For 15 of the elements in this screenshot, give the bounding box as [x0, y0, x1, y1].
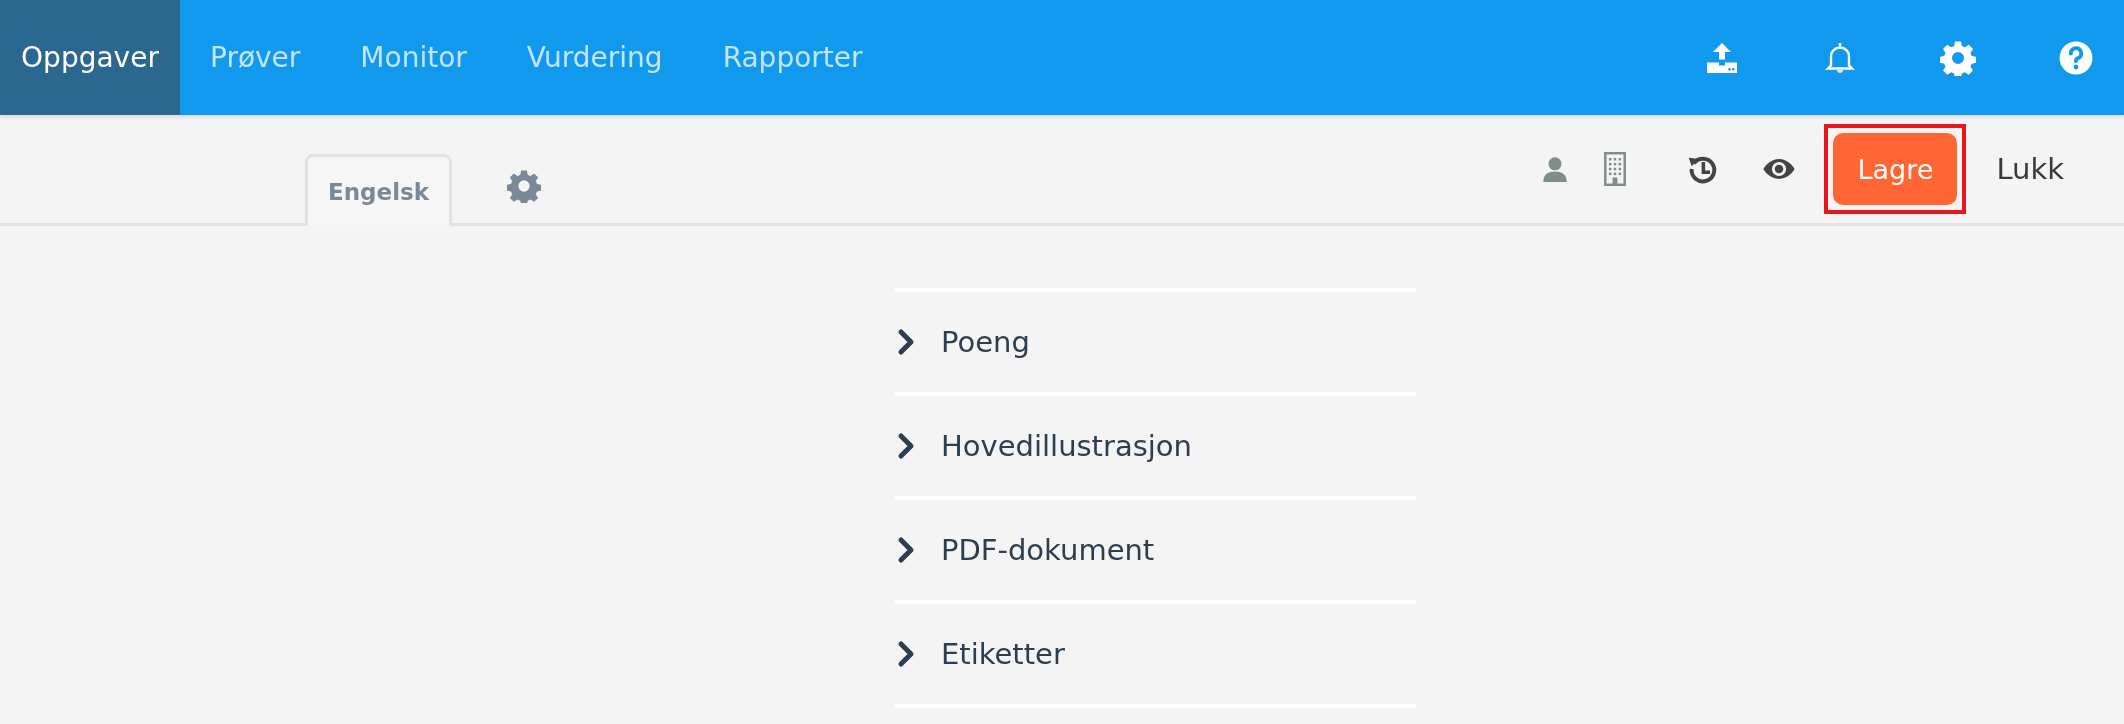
close-link[interactable]: Lukk: [1996, 152, 2064, 186]
language-tab[interactable]: Engelsk: [305, 154, 453, 226]
settings-icon[interactable]: [507, 169, 542, 203]
settings-icon[interactable]: [1940, 39, 1976, 76]
chevron-right-icon[interactable]: [897, 328, 915, 356]
section-title[interactable]: Hovedillustrasjon: [941, 429, 1192, 463]
section-title[interactable]: Etiketter: [941, 637, 1065, 671]
section-title[interactable]: PDF-dokument: [941, 533, 1155, 567]
section-title[interactable]: Poeng: [941, 325, 1030, 359]
chevron-right-icon[interactable]: [897, 432, 915, 460]
help-icon[interactable]: [2058, 39, 2094, 76]
nav-tab[interactable]: Oppgaver: [0, 0, 180, 115]
building-icon[interactable]: [1602, 152, 1629, 186]
chevron-right-icon[interactable]: [897, 640, 915, 668]
chevron-right-icon[interactable]: [897, 536, 915, 564]
